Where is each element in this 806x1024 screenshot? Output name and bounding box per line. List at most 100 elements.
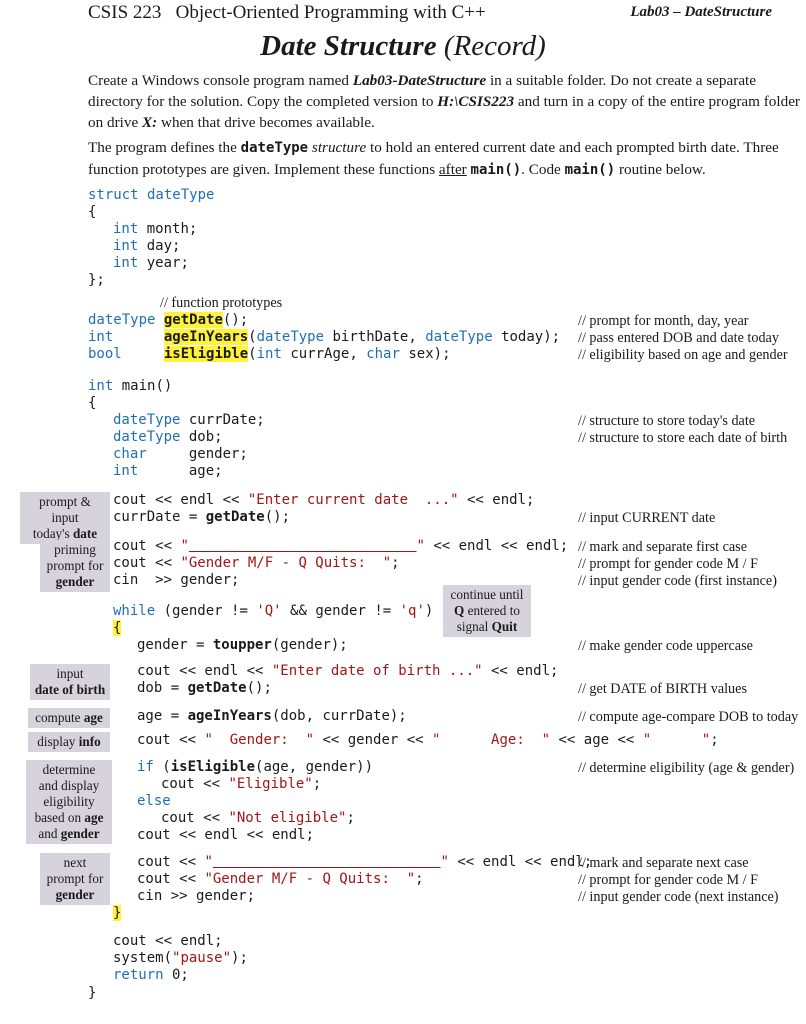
code-decl: int age; <box>113 463 223 480</box>
text: info <box>78 734 101 749</box>
text: priming <box>54 542 96 557</box>
code-line: cout << endl << endl; <box>137 827 315 843</box>
code-line: cin >> gender; <box>137 888 256 904</box>
text: age <box>83 710 103 725</box>
brace-highlight: } <box>113 905 122 921</box>
keyword: dateType <box>425 329 493 345</box>
annotation-priming: priming prompt for gender <box>40 540 110 592</box>
text: date <box>72 526 98 541</box>
code-line: cout << endl << "Enter current date ..."… <box>113 492 535 508</box>
function-call: getDate <box>205 509 265 525</box>
comment: // get DATE of BIRTH values <box>578 681 747 697</box>
comment: // prompt for gender code M / F <box>578 556 759 572</box>
code-line: cout << " " << endl << endl; <box>113 538 569 554</box>
folder-path: H:\CSIS223 <box>437 93 515 110</box>
function-call: toupper <box>212 637 272 653</box>
comment: // input gender code (next instance) <box>578 889 779 905</box>
comment: // structure to store each date of birth <box>578 430 788 446</box>
annotation-next-prompt: next prompt for gender <box>40 853 110 905</box>
comment: // prompt for gender code M / F <box>578 872 759 888</box>
comment: // compute age-compare DOB to today <box>578 709 799 725</box>
function-call: ageInYears <box>187 708 272 724</box>
text: gender <box>60 826 100 841</box>
code-line: cout << " " << endl << endl; <box>137 854 593 870</box>
comment: // pass entered DOB and date today <box>578 330 779 346</box>
code-text: 0; <box>163 967 189 983</box>
string-literal: "pause" <box>172 950 232 966</box>
instructions-paragraph-1: Create a Windows console program named L… <box>88 70 806 133</box>
code-text: main() <box>113 378 173 394</box>
comment: // structure to store today's date <box>578 413 756 429</box>
text: input <box>56 666 84 681</box>
string-literal: " " <box>642 732 711 748</box>
page-title: Date Structure (Record) <box>0 30 806 63</box>
string-literal: " " <box>180 538 425 554</box>
lab-header: Lab03 – DateStructure <box>630 4 772 20</box>
char-literal: 'q' <box>399 603 425 619</box>
main-ref: main() <box>470 162 522 178</box>
code-line: cout << endl << "Enter date of birth ...… <box>137 663 559 679</box>
code-brace: { <box>113 620 122 637</box>
code-brace: } <box>88 985 97 1001</box>
comment: // mark and separate next case <box>578 855 749 871</box>
annotation-determine: determine and display eligibility based on … <box>26 760 112 844</box>
keyword: dateType <box>113 412 181 428</box>
string-literal: "Eligible" <box>228 776 313 792</box>
keyword: dateType <box>88 312 156 328</box>
code-struct-line: struct dateType <box>88 187 214 204</box>
keyword: int <box>113 238 139 254</box>
char-literal: 'Q' <box>256 603 282 619</box>
text: entered to <box>464 603 520 618</box>
text: date of birth <box>34 682 106 697</box>
instructions-paragraph-2: The program defines the dateType structu… <box>88 137 806 181</box>
code-line: return 0; <box>113 967 189 984</box>
structure-word: structure <box>311 139 367 156</box>
code-line: cout << endl; <box>113 933 223 949</box>
code-brace: }; <box>88 272 105 288</box>
code-field: int year; <box>113 255 189 272</box>
code-brace: { <box>88 395 97 411</box>
keyword: int <box>88 329 114 345</box>
string-literal: "Enter current date ..." <box>247 492 459 508</box>
text: display <box>37 734 79 749</box>
code-decl: dateType currDate; <box>113 412 265 429</box>
string-literal: " " <box>204 854 449 870</box>
text: based on <box>34 810 85 825</box>
keyword: else <box>137 793 171 809</box>
keyword: struct <box>88 187 139 203</box>
text: . Code <box>521 161 565 178</box>
main-ref: main() <box>564 162 616 178</box>
keyword: char <box>366 346 400 362</box>
project-name: Lab03-DateStructure <box>352 72 487 89</box>
code-line: age = ageInYears(dob, currDate); <box>137 708 407 724</box>
field-name: year; <box>138 255 189 271</box>
string-literal: " Age: " <box>432 732 551 748</box>
keyword: int <box>256 346 282 362</box>
annotation-display-info: display info <box>28 732 110 752</box>
text: Quit <box>491 619 518 634</box>
code-field: int month; <box>113 221 197 238</box>
course-header: CSIS 223 Object-Oriented Programming wit… <box>88 2 486 23</box>
type-name: dateType <box>138 187 215 203</box>
keyword: char <box>113 446 147 462</box>
code-line: system("pause"); <box>113 950 248 966</box>
type-name: dateType <box>240 140 309 156</box>
prototype-iseligible: bool isEligible(int currAge, char sex); <box>88 346 451 362</box>
comment: // make gender code uppercase <box>578 638 753 654</box>
comment: // prompt for month, day, year <box>578 313 749 329</box>
brace-highlight: { <box>113 620 122 636</box>
code-decl: dateType dob; <box>113 429 223 446</box>
var-name: currDate; <box>180 412 265 428</box>
code-line: cout << "Gender M/F - Q Quits: "; <box>137 871 424 887</box>
function-name: isEligible <box>163 346 249 362</box>
var-name: age; <box>138 463 223 479</box>
string-literal: "Gender M/F - Q Quits: " <box>204 871 416 887</box>
function-name: ageInYears <box>163 329 249 345</box>
annotation-input-dob: input date of birth <box>30 664 110 700</box>
after-word: after <box>438 161 467 178</box>
text: prompt for <box>46 871 104 886</box>
function-call: getDate <box>187 680 247 696</box>
function-name: getDate <box>163 312 223 328</box>
code-line: else <box>137 793 171 810</box>
code-line: cin >> gender; <box>113 572 240 588</box>
